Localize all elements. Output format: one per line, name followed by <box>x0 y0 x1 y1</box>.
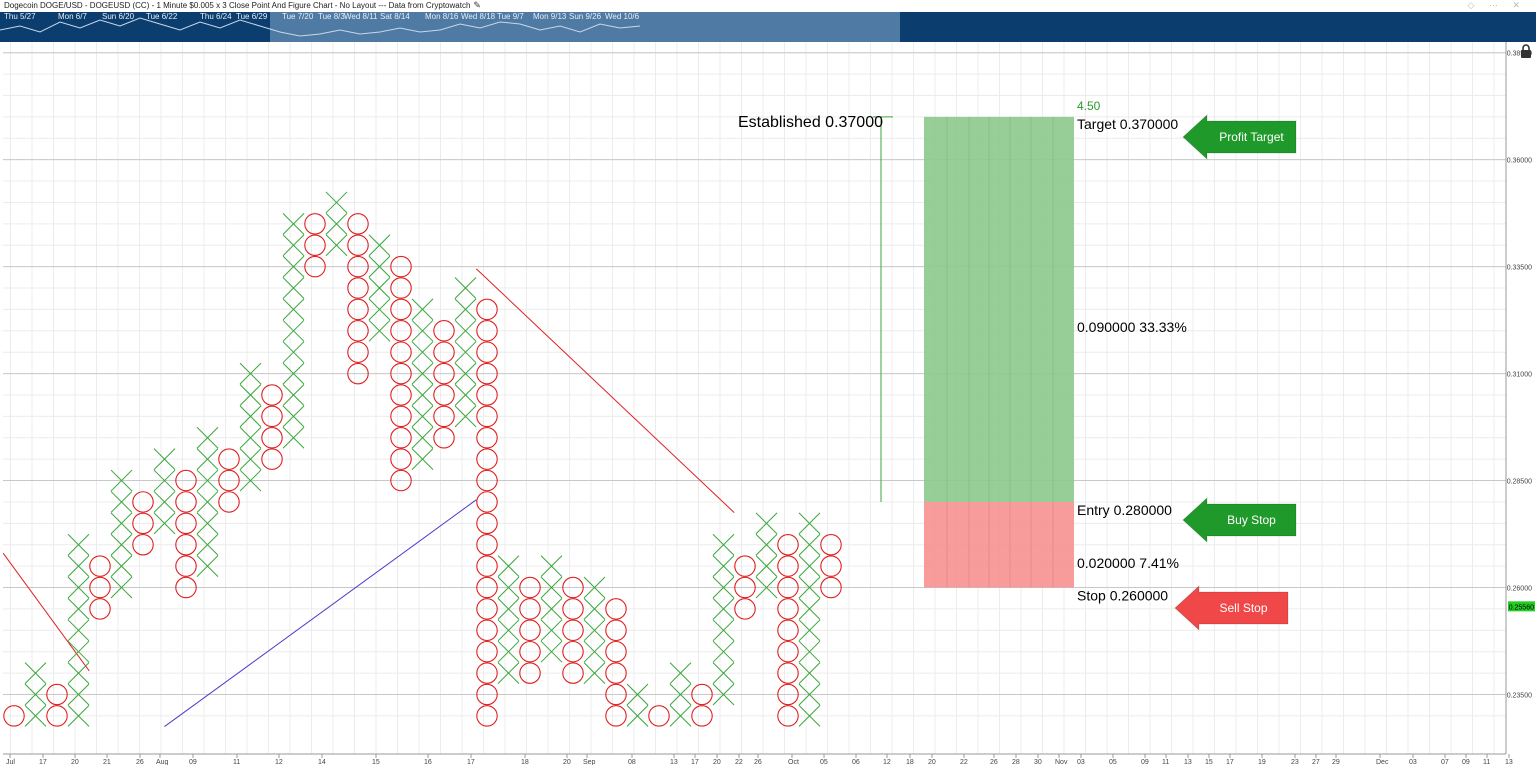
navigator-date: Sun 9/26 <box>569 12 602 21</box>
chart-title: Dogecoin DOGE/USD - DOGEUSD (CC) - 1 Min… <box>4 0 481 11</box>
x-tick-label: 14 <box>318 759 326 765</box>
x-tick-label: 07 <box>1441 759 1449 765</box>
buy-stop-arrow-text: Buy Stop <box>1227 513 1276 527</box>
x-tick-label: 20 <box>713 759 721 765</box>
window-controls[interactable]: ◇ ⋯ ✕ <box>1468 0 1526 11</box>
trend-line-resistance-2 <box>475 268 735 514</box>
x-tick-label: Dec <box>1376 759 1389 765</box>
x-tick-label: 26 <box>136 759 144 765</box>
x-tick-label: 05 <box>1109 759 1117 765</box>
navigator-date: Wed 8/18 <box>461 12 496 21</box>
navigator-date: Mon 9/13 <box>533 12 567 21</box>
x-tick-label: 17 <box>691 759 699 765</box>
x-tick-label: 26 <box>754 759 762 765</box>
navigator-date: Tue 9/7 <box>497 12 524 21</box>
navigator-date: Mon 8/16 <box>425 12 459 21</box>
x-tick-label: 03 <box>1077 759 1085 765</box>
x-axis: Jul 17 20 21 26 Aug 09 11 12 14 15 16 17 18 20 Sep 08 13 1… <box>6 754 1513 765</box>
pnf-chart[interactable]: 0.385000.360000.335000.310000.285000.260… <box>0 42 1536 765</box>
target-label: Target 0.370000 <box>1077 116 1178 132</box>
stop-label: Stop 0.260000 <box>1077 588 1168 604</box>
x-tick-label: 22 <box>960 759 968 765</box>
x-tick-label: 16 <box>424 759 432 765</box>
lock-icon[interactable] <box>1519 44 1533 58</box>
sell-stop-arrow-text: Sell Stop <box>1219 601 1267 615</box>
x-tick-label: 13 <box>670 759 678 765</box>
x-tick-label: 11 <box>233 759 240 765</box>
navigator-date: Tue 6/29 <box>236 12 268 21</box>
x-tick-label: 29 <box>1332 759 1340 765</box>
x-tick-label: Sep <box>583 759 596 765</box>
navigator-date: Mon 6/7 <box>58 12 87 21</box>
x-tick-label: 18 <box>906 759 914 765</box>
x-tick-label: 11 <box>1483 759 1490 765</box>
x-tick-label: 30 <box>1034 759 1042 765</box>
navigator-date: Wed 10/6 <box>605 12 640 21</box>
navigator-date: Tue 7/20 <box>282 12 314 21</box>
x-tick-label: 22 <box>735 759 743 765</box>
title-bar: Dogecoin DOGE/USD - DOGEUSD (CC) - 1 Min… <box>0 0 1536 12</box>
x-tick-label: Nov <box>1055 759 1068 765</box>
x-tick-label: 27 <box>1312 759 1320 765</box>
x-tick-label: 17 <box>1226 759 1234 765</box>
last-price-label: 0.25560 <box>1509 604 1534 611</box>
y-tick-label: 0.36000 <box>1507 158 1532 165</box>
x-tick-label: 19 <box>1258 759 1266 765</box>
navigator-date: Thu 6/24 <box>200 12 232 21</box>
x-tick-label: 21 <box>103 759 111 765</box>
x-tick-label: Aug <box>156 759 169 765</box>
navigator-date: Sun 6/20 <box>102 12 135 21</box>
navigator-date: Wed 8/11 <box>344 12 378 21</box>
profit-target-arrow-text: Profit Target <box>1219 130 1284 144</box>
x-tick-label: Oct <box>788 759 799 765</box>
established-label: Established 0.37000 <box>738 114 883 131</box>
ratio-label: 4.50 <box>1077 99 1101 113</box>
navigator-date: Sat 8/14 <box>380 12 410 21</box>
buy-stop-arrow: Buy Stop <box>1182 496 1297 544</box>
navigator-date: Tue 6/22 <box>146 12 178 21</box>
x-tick-label: 26 <box>990 759 998 765</box>
x-tick-label: 13 <box>1505 759 1513 765</box>
trend-line-support <box>164 499 477 727</box>
x-tick-label: 15 <box>372 759 380 765</box>
x-tick-label: 20 <box>928 759 936 765</box>
x-tick-label: 17 <box>39 759 47 765</box>
y-axis: 0.385000.360000.335000.310000.285000.260… <box>1507 51 1535 699</box>
y-tick-label: 0.28500 <box>1507 479 1532 486</box>
risk-label: 0.020000 7.41% <box>1077 555 1179 571</box>
x-tick-label: 09 <box>189 759 197 765</box>
x-tick-label: 03 <box>1409 759 1417 765</box>
sell-stop-arrow: Sell Stop <box>1174 584 1289 632</box>
x-tick-label: 09 <box>1141 759 1149 765</box>
x-tick-label: 20 <box>563 759 571 765</box>
x-tick-label: 06 <box>852 759 860 765</box>
x-tick-label: 09 <box>1462 759 1470 765</box>
x-tick-label: 05 <box>820 759 828 765</box>
x-tick-label: 12 <box>883 759 891 765</box>
profit-target-arrow: Profit Target <box>1182 113 1297 161</box>
y-tick-label: 0.23500 <box>1507 692 1532 699</box>
trade-zones <box>924 116 1074 588</box>
y-tick-label: 0.26000 <box>1507 586 1532 593</box>
x-tick-label: 18 <box>521 759 529 765</box>
y-tick-label: 0.31000 <box>1507 372 1532 379</box>
x-tick-label: 11 <box>1162 759 1169 765</box>
x-tick-label: 12 <box>275 759 283 765</box>
entry-label: Entry 0.280000 <box>1077 502 1172 518</box>
navigator-date: Tue 8/3 <box>318 12 345 21</box>
x-tick-label: 17 <box>467 759 475 765</box>
x-tick-label: 28 <box>1012 759 1020 765</box>
x-tick-label: Jul <box>6 759 15 765</box>
x-tick-label: 20 <box>71 759 79 765</box>
x-tick-label: 13 <box>1184 759 1192 765</box>
pencil-icon[interactable]: ✎ <box>473 0 481 11</box>
x-tick-label: 08 <box>628 759 636 765</box>
reward-label: 0.090000 33.33% <box>1077 319 1187 335</box>
x-tick-label: 23 <box>1291 759 1299 765</box>
navigator-date: Thu 5/27 <box>4 12 36 21</box>
x-tick-label: 15 <box>1205 759 1213 765</box>
y-tick-label: 0.33500 <box>1507 265 1532 272</box>
